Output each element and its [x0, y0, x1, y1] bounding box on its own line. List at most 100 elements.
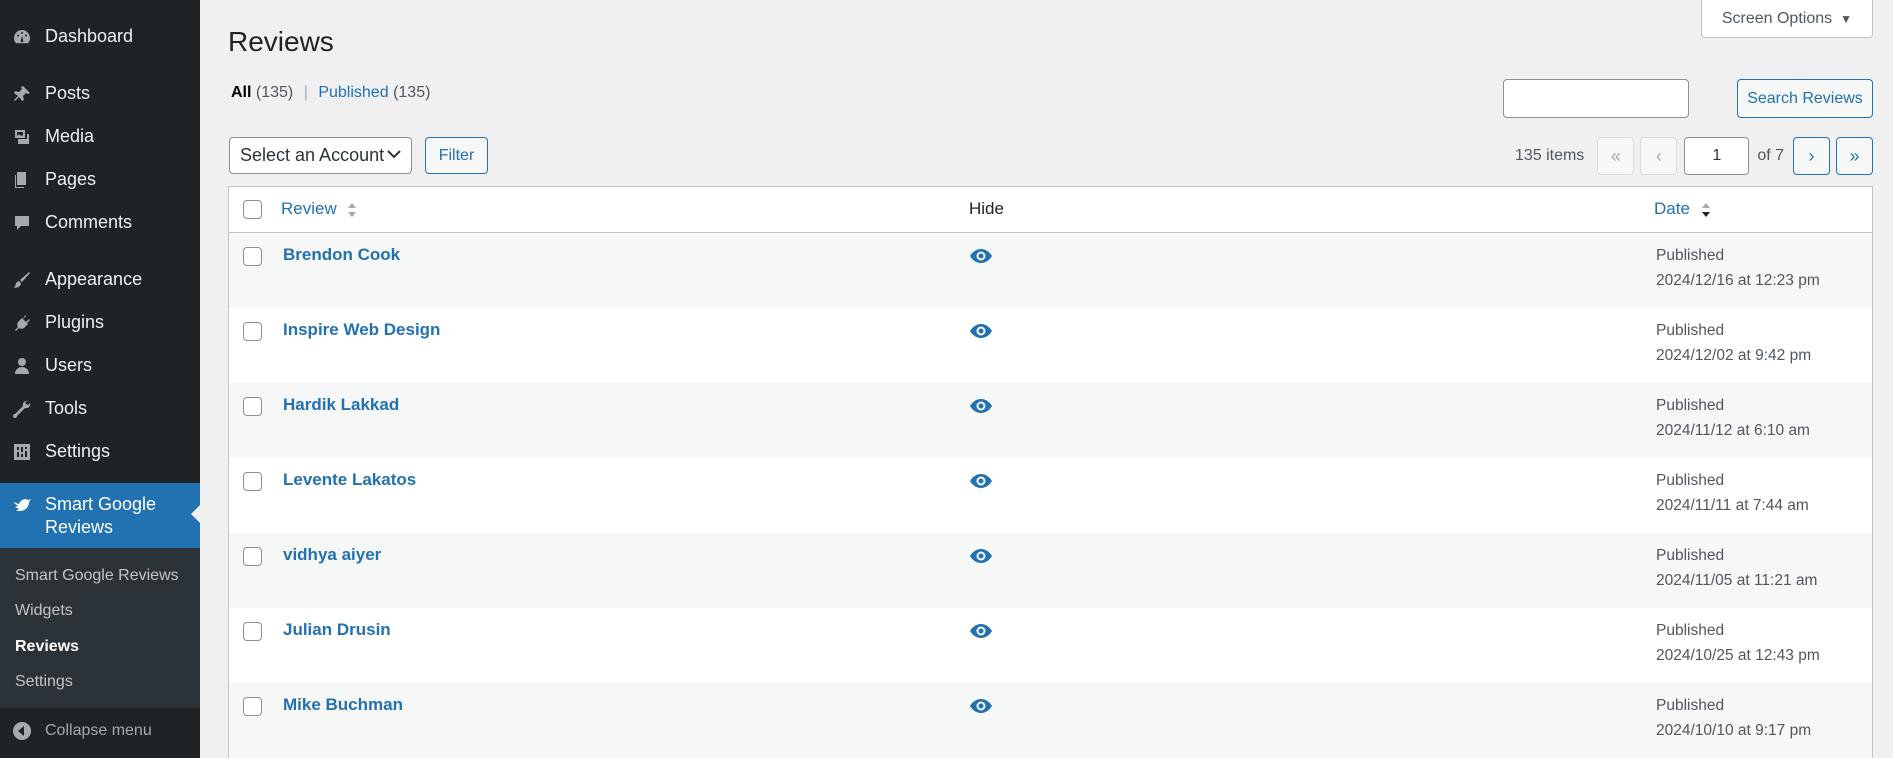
menu-label: Plugins: [45, 312, 105, 332]
first-page-button: «: [1597, 137, 1635, 175]
current-page-input[interactable]: [1684, 137, 1750, 175]
table-row: vidhya aiyer Published 2024/11/05 at 11:…: [229, 533, 1872, 608]
view-all-link[interactable]: All: [231, 84, 251, 101]
row-checkbox[interactable]: [243, 322, 262, 341]
eye-icon[interactable]: [969, 546, 993, 566]
menu-posts[interactable]: Posts: [0, 72, 200, 115]
row-checkbox[interactable]: [243, 397, 262, 416]
select-all-checkbox[interactable]: [243, 200, 262, 219]
review-author-link[interactable]: Levente Lakatos: [283, 470, 416, 490]
menu-media[interactable]: Media: [0, 115, 200, 158]
sort-icon: [348, 202, 357, 217]
main-content: Screen Options ▼ Reviews All (135) | Pub…: [200, 0, 1893, 758]
admin-sidebar: Dashboard Posts Media Pages Comments App…: [0, 0, 200, 758]
menu-appearance[interactable]: Appearance: [0, 258, 200, 301]
admin-menu: Dashboard Posts Media Pages Comments App…: [0, 0, 200, 548]
account-select[interactable]: Select an Account: [229, 137, 412, 174]
row-checkbox[interactable]: [243, 247, 262, 266]
menu-label: Posts: [45, 83, 91, 103]
status-views: All (135) | Published (135): [231, 84, 430, 102]
page-title: Reviews: [228, 26, 334, 57]
column-hide-header: Hide: [969, 199, 1004, 218]
table-header: Review Hide Date: [229, 187, 1872, 233]
submenu-smart-google-reviews[interactable]: Smart Google Reviews: [0, 558, 200, 594]
menu-separator: [0, 473, 200, 483]
review-date: 2024/10/10 at 9:17 pm: [1656, 722, 1812, 739]
collapse-label: Collapse menu: [45, 722, 152, 739]
submenu-widgets[interactable]: Widgets: [0, 594, 200, 630]
view-published-link[interactable]: Published: [318, 84, 388, 101]
review-status: Published: [1656, 322, 1725, 339]
review-status: Published: [1656, 697, 1725, 714]
view-separator: |: [303, 84, 308, 101]
view-published-count: (135): [393, 84, 431, 101]
search-input[interactable]: [1503, 79, 1689, 118]
menu-pages[interactable]: Pages: [0, 158, 200, 201]
table-row: Julian Drusin Published 2024/10/25 at 12…: [229, 608, 1872, 683]
row-checkbox[interactable]: [243, 622, 262, 641]
review-author-link[interactable]: vidhya aiyer: [283, 545, 381, 565]
menu-label: Smart Google Reviews: [45, 494, 157, 537]
menu-label: Media: [45, 126, 95, 146]
bird-icon: [12, 495, 32, 515]
menu-smart-google-reviews[interactable]: Smart Google Reviews: [0, 483, 200, 548]
chevron-down-icon: [387, 150, 401, 159]
column-date-header[interactable]: Date: [1654, 199, 1711, 219]
menu-settings[interactable]: Settings: [0, 430, 200, 473]
comment-icon: [12, 213, 32, 233]
last-page-button[interactable]: »: [1836, 137, 1873, 175]
menu-tools[interactable]: Tools: [0, 387, 200, 430]
review-author-link[interactable]: Mike Buchman: [283, 695, 403, 715]
column-review-label: Review: [281, 199, 337, 218]
next-page-button[interactable]: ›: [1793, 137, 1830, 175]
review-status: Published: [1656, 622, 1725, 639]
review-author-link[interactable]: Hardik Lakkad: [283, 395, 399, 415]
menu-label: Users: [45, 355, 93, 375]
collapse-icon: [12, 721, 32, 741]
menu-dashboard[interactable]: Dashboard: [0, 15, 200, 58]
wrench-icon: [12, 399, 32, 419]
eye-icon[interactable]: [969, 621, 993, 641]
review-author-link[interactable]: Inspire Web Design: [283, 320, 440, 340]
search-reviews-button[interactable]: Search Reviews: [1737, 79, 1873, 118]
items-count: 135 items: [1514, 147, 1585, 164]
row-checkbox[interactable]: [243, 472, 262, 491]
review-date: 2024/12/02 at 9:42 pm: [1656, 347, 1812, 364]
eye-icon[interactable]: [969, 321, 993, 341]
column-date-label: Date: [1654, 199, 1690, 218]
eye-icon[interactable]: [969, 471, 993, 491]
screen-options-button[interactable]: Screen Options ▼: [1700, 0, 1873, 38]
pagination: 135 items « ‹ of 7 › »: [1515, 137, 1873, 175]
menu-users[interactable]: Users: [0, 344, 200, 387]
collapse-menu-button[interactable]: Collapse menu: [0, 712, 152, 750]
submenu-reviews[interactable]: Reviews: [0, 629, 200, 665]
review-date: 2024/11/05 at 11:21 am: [1656, 572, 1818, 589]
eye-icon[interactable]: [969, 246, 993, 266]
review-date: 2024/12/16 at 12:23 pm: [1656, 272, 1820, 289]
eye-icon[interactable]: [969, 696, 993, 716]
filter-button[interactable]: Filter: [425, 137, 488, 174]
row-checkbox[interactable]: [243, 697, 262, 716]
eye-icon[interactable]: [969, 396, 993, 416]
settings-icon: [12, 442, 32, 462]
review-author-link[interactable]: Brendon Cook: [283, 245, 400, 265]
table-row: Inspire Web Design Published 2024/12/02 …: [229, 308, 1872, 383]
review-status: Published: [1656, 547, 1725, 564]
reviews-table: Review Hide Date Brendon Cook Published …: [228, 186, 1873, 758]
review-author-link[interactable]: Julian Drusin: [283, 620, 391, 640]
column-review-header[interactable]: Review: [281, 199, 357, 219]
pin-icon: [12, 84, 32, 104]
menu-label: Appearance: [45, 269, 143, 289]
total-pages: of 7: [1757, 147, 1784, 164]
plug-icon: [12, 313, 32, 333]
prev-page-button: ‹: [1640, 137, 1678, 175]
menu-separator: [0, 58, 200, 72]
menu-comments[interactable]: Comments: [0, 201, 200, 244]
row-checkbox[interactable]: [243, 547, 262, 566]
screen-options-label: Screen Options: [1721, 9, 1833, 27]
review-date: 2024/11/12 at 6:10 am: [1656, 422, 1810, 439]
submenu-settings[interactable]: Settings: [0, 665, 200, 701]
pages-icon: [12, 170, 32, 190]
menu-plugins[interactable]: Plugins: [0, 301, 200, 344]
user-icon: [12, 356, 32, 376]
